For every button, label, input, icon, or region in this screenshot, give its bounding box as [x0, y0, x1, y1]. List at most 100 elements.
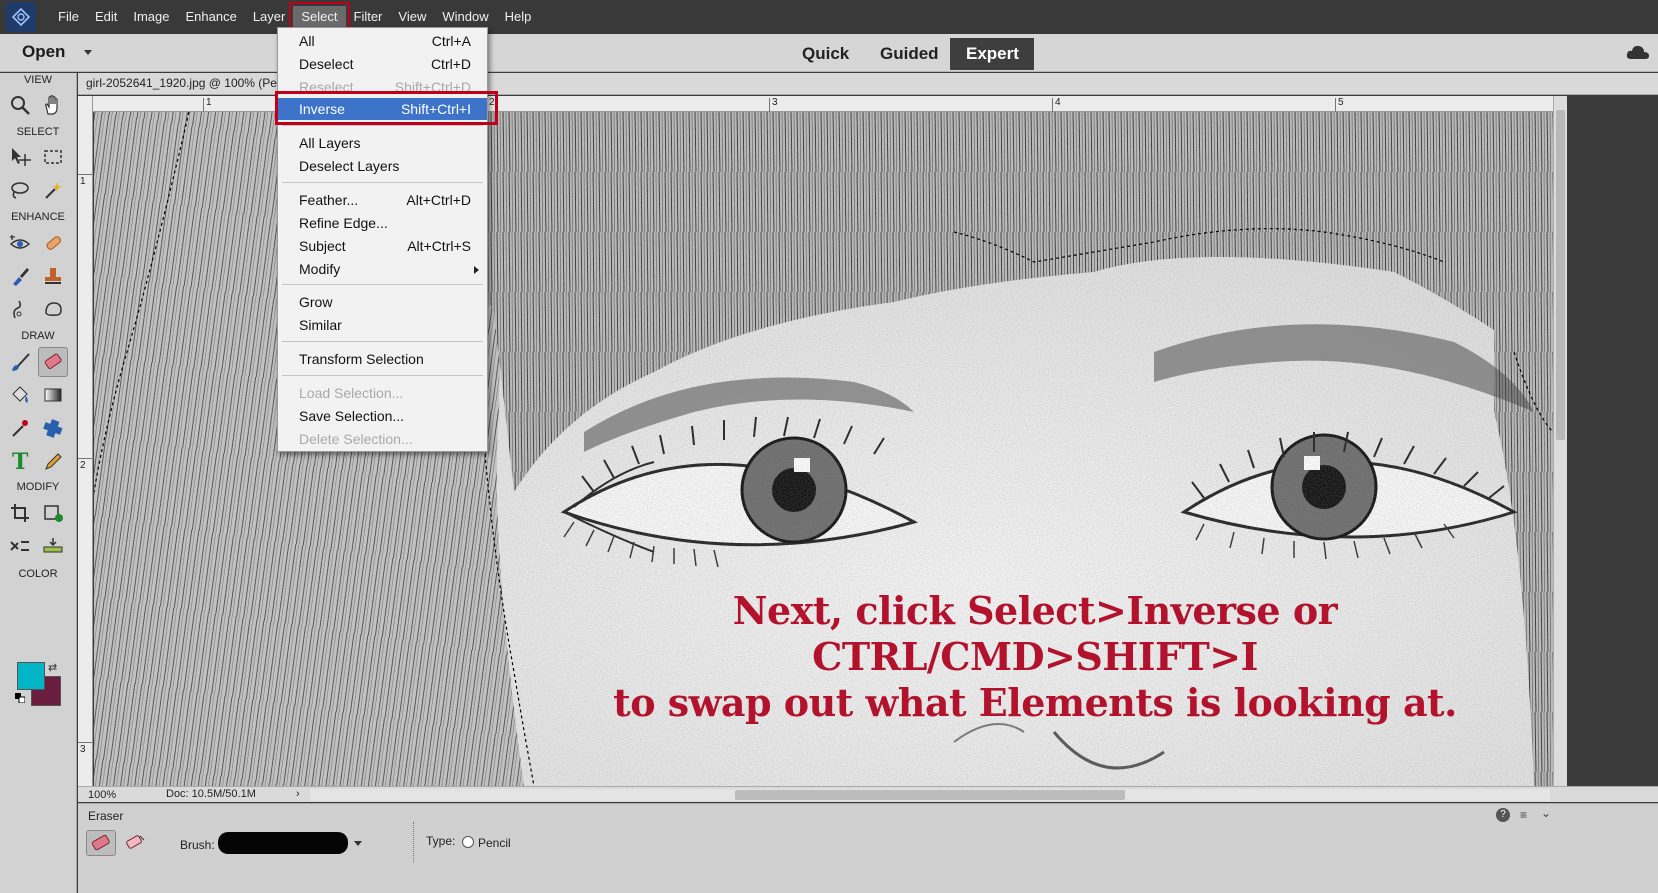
vertical-scroll-thumb[interactable]	[1556, 110, 1565, 440]
menu-file[interactable]: File	[50, 6, 87, 28]
status-menu-arrow-icon[interactable]: ›	[296, 788, 300, 800]
menu-item-delete-selection[interactable]: Delete Selection...	[278, 428, 487, 450]
menu-item-shortcut: Shift+Ctrl+D	[394, 79, 471, 95]
menu-item-reselect[interactable]: Reselect Shift+Ctrl+D	[278, 76, 487, 98]
gradient-icon[interactable]	[38, 380, 68, 410]
ruler-vertical[interactable]: 1 2 3	[78, 96, 93, 786]
eraser-icon[interactable]	[38, 347, 68, 377]
app-logo-icon[interactable]	[6, 2, 36, 32]
default-colors-icon[interactable]	[15, 693, 25, 703]
pencil-icon[interactable]	[38, 446, 68, 476]
help-icon[interactable]: ?	[1496, 808, 1510, 822]
menu-item-load-selection[interactable]: Load Selection...	[278, 382, 487, 404]
ruler-tick	[1052, 98, 1053, 112]
menu-layer[interactable]: Layer	[245, 6, 294, 28]
mode-bar: Open Quick Guided Expert	[0, 34, 1658, 72]
color-picker-icon[interactable]	[5, 413, 35, 443]
menu-help[interactable]: Help	[497, 6, 540, 28]
content-aware-move-icon[interactable]	[5, 531, 35, 561]
ruler-tick	[1335, 98, 1336, 112]
eye-icon[interactable]	[5, 228, 35, 258]
menu-item-all[interactable]: All Ctrl+A	[278, 30, 487, 52]
open-button[interactable]: Open	[22, 42, 65, 62]
tab-guided[interactable]: Guided	[864, 38, 955, 70]
menu-item-deselect[interactable]: Deselect Ctrl+D	[278, 53, 487, 75]
menu-item-all-layers[interactable]: All Layers	[278, 132, 487, 154]
menu-item-save-selection[interactable]: Save Selection...	[278, 405, 487, 427]
menu-window[interactable]: Window	[434, 6, 496, 28]
menu-item-label: Refine Edge...	[299, 215, 388, 231]
type-icon[interactable]: T	[5, 446, 35, 476]
section-view: VIEW	[23, 74, 53, 86]
open-dropdown-icon[interactable]	[84, 50, 92, 55]
spot-healing-icon[interactable]	[38, 228, 68, 258]
menu-item-refine-edge[interactable]: Refine Edge...	[278, 212, 487, 234]
custom-shape-icon[interactable]	[38, 413, 68, 443]
section-select: SELECT	[16, 126, 60, 138]
menu-image[interactable]: Image	[125, 6, 177, 28]
ruler-tick	[78, 742, 92, 743]
magic-wand-icon[interactable]	[38, 175, 68, 205]
eraser-option-icon[interactable]	[86, 830, 116, 856]
clone-stamp-icon[interactable]	[38, 261, 68, 291]
horizontal-scroll-thumb[interactable]	[735, 790, 1125, 800]
menu-item-shortcut: Alt+Ctrl+S	[407, 238, 471, 254]
menu-item-feather[interactable]: Feather... Alt+Ctrl+D	[278, 189, 487, 211]
zoom-level-field[interactable]: 100%	[88, 789, 116, 801]
menu-item-shortcut: Shift+Ctrl+I	[400, 101, 471, 117]
move-icon[interactable]	[5, 142, 35, 172]
straighten-icon[interactable]	[38, 531, 68, 561]
smart-brush-icon[interactable]	[5, 261, 35, 291]
hand-icon[interactable]	[38, 90, 68, 120]
menu-item-similar[interactable]: Similar	[278, 314, 487, 336]
menu-view[interactable]: View	[390, 6, 434, 28]
background-eraser-icon[interactable]	[122, 830, 148, 856]
doc-size-readout: Doc: 10.5M/50.1M	[166, 788, 256, 800]
ruler-label: 3	[80, 744, 86, 755]
section-color: COLOR	[18, 568, 58, 580]
swap-colors-icon[interactable]: ⇄	[48, 661, 57, 674]
caption-line-2: to swap out what Elements is looking at.	[613, 680, 1457, 725]
brush-icon[interactable]	[5, 347, 35, 377]
menu-separator	[282, 284, 483, 285]
ruler-label: 2	[80, 460, 86, 471]
select-menu-dropdown: All Ctrl+A Deselect Ctrl+D Reselect Shift+C…	[277, 27, 488, 452]
menu-item-inverse[interactable]: Inverse Shift+Ctrl+I	[278, 98, 487, 120]
menu-select[interactable]: Select	[289, 2, 350, 32]
chevron-down-icon[interactable]: ⌄	[1541, 806, 1551, 820]
sponge-icon[interactable]	[38, 294, 68, 324]
recompose-icon[interactable]	[38, 498, 68, 528]
menu-item-label: Deselect Layers	[299, 158, 400, 174]
marquee-icon[interactable]	[38, 142, 68, 172]
menu-item-grow[interactable]: Grow	[278, 291, 487, 313]
blur-icon[interactable]	[5, 294, 35, 324]
menu-item-modify[interactable]: Modify	[278, 258, 487, 280]
menu-item-label: Subject	[299, 238, 346, 254]
ruler-tick	[78, 174, 92, 175]
menu-item-subject[interactable]: Subject Alt+Ctrl+S	[278, 235, 487, 257]
brush-preview[interactable]	[218, 832, 348, 854]
brush-dropdown-icon[interactable]	[354, 841, 362, 846]
menu-item-label: Delete Selection...	[299, 431, 413, 447]
crop-icon[interactable]	[5, 498, 35, 528]
menu-enhance[interactable]: Enhance	[178, 6, 245, 28]
zoom-icon[interactable]	[5, 90, 35, 120]
cloud-icon[interactable]	[1626, 44, 1650, 60]
options-divider	[413, 822, 414, 862]
tab-expert[interactable]: Expert	[950, 38, 1034, 70]
foreground-color-swatch[interactable]	[17, 662, 45, 690]
tab-quick[interactable]: Quick	[786, 38, 865, 70]
menu-edit[interactable]: Edit	[87, 6, 125, 28]
horizontal-scrollbar[interactable]	[310, 789, 1550, 801]
menu-item-label: Load Selection...	[299, 385, 404, 401]
menu-item-transform-selection[interactable]: Transform Selection	[278, 348, 487, 370]
pencil-radio[interactable]	[462, 836, 474, 848]
options-menu-icon[interactable]: ≡	[1520, 808, 1527, 822]
ruler-tick	[769, 98, 770, 112]
menu-item-deselect-layers[interactable]: Deselect Layers	[278, 155, 487, 177]
paint-bucket-icon[interactable]	[5, 380, 35, 410]
vertical-scrollbar[interactable]	[1553, 96, 1567, 786]
menu-item-shortcut: Ctrl+A	[431, 33, 471, 49]
menu-filter[interactable]: Filter	[346, 6, 391, 28]
lasso-icon[interactable]	[5, 175, 35, 205]
